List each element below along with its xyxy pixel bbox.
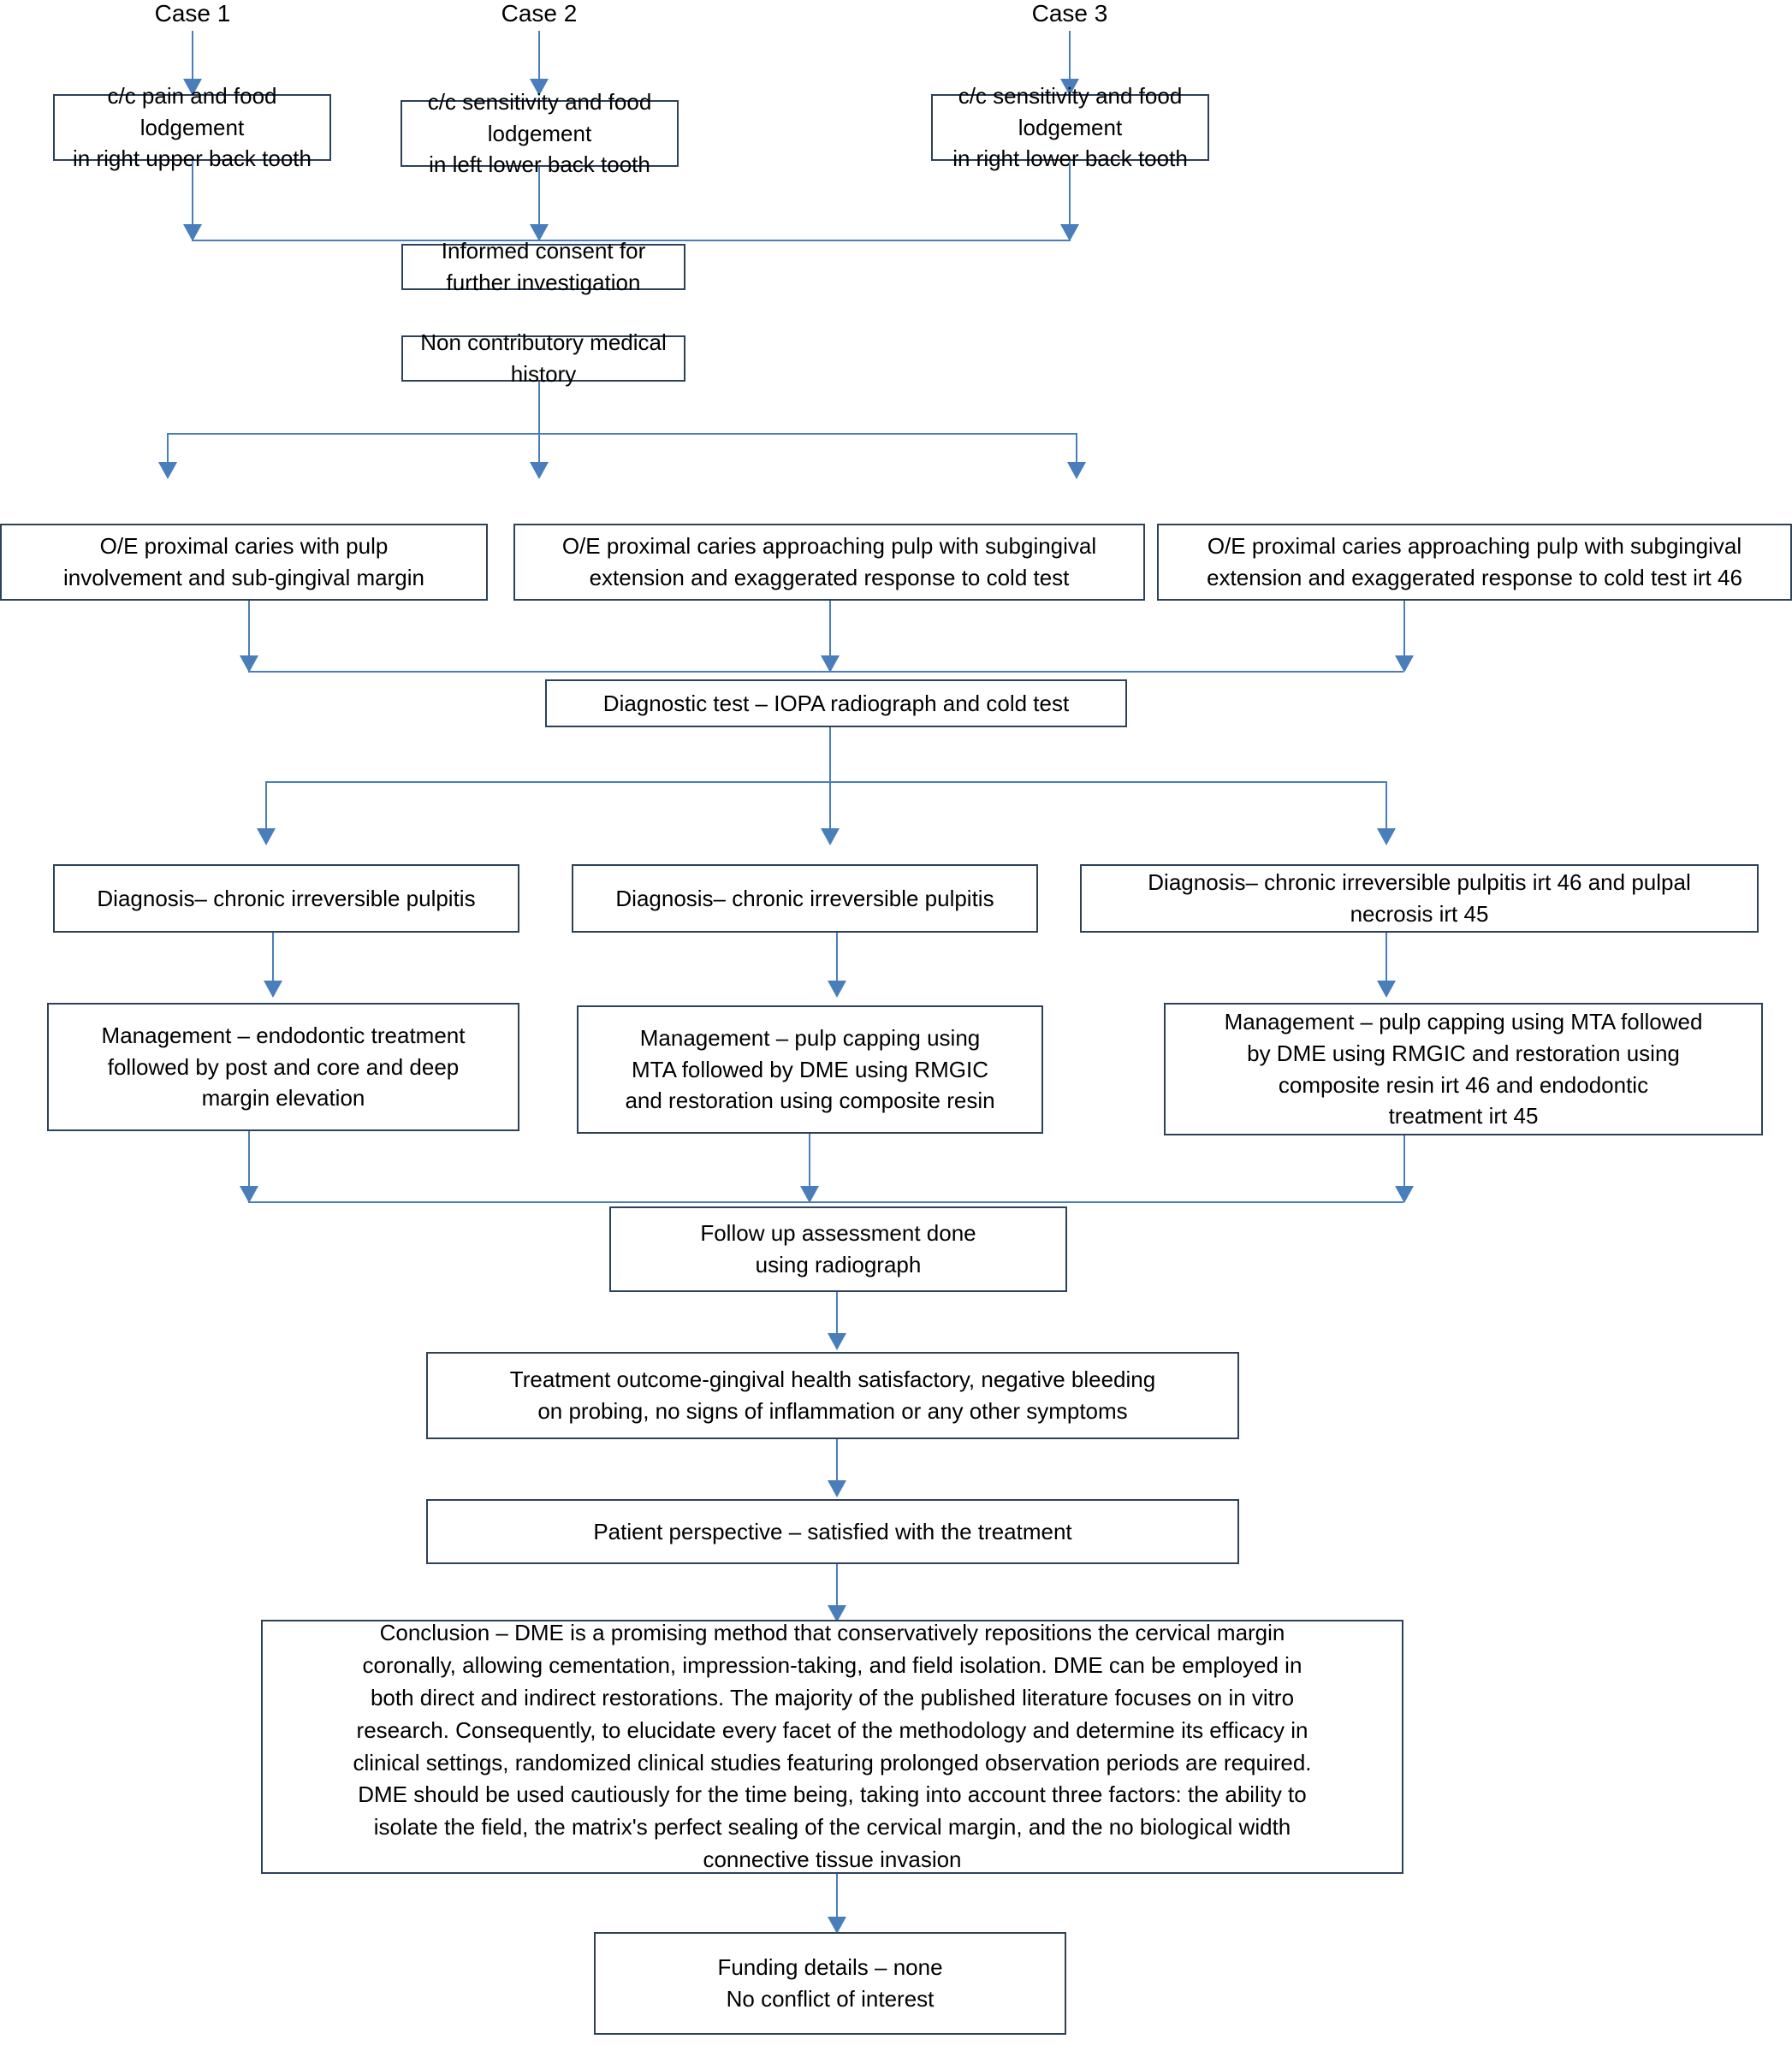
node-diagnosis-case-2: Diagnosis– chronic irreversible pulpitis	[572, 864, 1038, 933]
case-2-label: Case 2	[501, 0, 578, 27]
connector-split-bar-diagnosis	[265, 781, 1386, 783]
node-management-case-2: Management – pulp capping using MTA foll…	[577, 1005, 1043, 1134]
node-examination-case-3: O/E proximal caries approaching pulp wit…	[1157, 524, 1792, 601]
node-diagnosis-case-1: Diagnosis– chronic irreversible pulpitis	[53, 864, 519, 933]
node-chief-complaint-case-3: c/c sensitivity and food lodgement in ri…	[931, 83, 1209, 171]
arrowhead-mg1-down	[240, 1186, 258, 1203]
node-medical-history: Non contributory medical history	[401, 329, 685, 387]
connector-diagnostic-down	[829, 727, 831, 783]
node-diagnosis-case-3: Diagnosis– chronic irreversible pulpitis…	[1080, 864, 1759, 933]
node-chief-complaint-case-1: c/c pain and food lodgement in right upp…	[53, 83, 331, 171]
arrowhead-mg2-down	[800, 1186, 819, 1203]
arrowhead-dx1-to-mg1	[264, 981, 282, 998]
case-3-label: Case 3	[1031, 0, 1108, 27]
arrowhead-followup-to-outcome	[828, 1333, 846, 1350]
node-follow-up: Follow up assessment done using radiogra…	[609, 1206, 1067, 1292]
arrowhead-oe2-down	[821, 655, 840, 673]
connector-merge-bar-diagnostic	[248, 671, 1403, 673]
node-patient-perspective: Patient perspective – satisfied with the…	[426, 1499, 1239, 1564]
arrowhead-cc3-down	[1060, 224, 1079, 241]
arrowhead-dx2-to-mg2	[828, 981, 846, 998]
node-treatment-outcome: Treatment outcome-gingival health satisf…	[426, 1352, 1239, 1439]
arrowhead-conclusion-to-funding	[828, 1917, 846, 1934]
node-informed-consent: Informed consent for further investigati…	[401, 238, 685, 295]
arrowhead-oe1-down	[240, 655, 258, 673]
node-examination-case-1: O/E proximal caries with pulp involvemen…	[0, 524, 488, 601]
arrowhead-oe1	[158, 462, 177, 479]
arrowhead-dx3	[1377, 828, 1396, 845]
connector-dx-split-mid	[829, 781, 831, 834]
flowchart-canvas: Case 1 Case 2 Case 3 c/c pain and food l…	[0, 0, 1792, 2051]
node-examination-case-2: O/E proximal caries approaching pulp wit…	[513, 524, 1145, 601]
arrowhead-dx1	[257, 828, 276, 845]
arrowhead-mg3-down	[1395, 1186, 1414, 1203]
node-funding-details: Funding details – none No conflict of in…	[594, 1932, 1066, 2035]
node-management-case-1: Management – endodontic treatment follow…	[47, 1003, 519, 1131]
connector-case3-to-cc	[1069, 31, 1071, 82]
arrowhead-oe3	[1067, 462, 1086, 479]
conclusion-text: Conclusion – DME is a promising method t…	[353, 1619, 1312, 1873]
arrowhead-dx3-to-mg3	[1377, 981, 1396, 998]
arrowhead-oe2	[530, 462, 549, 479]
connector-dx-split-left	[265, 781, 267, 834]
arrowhead-oe3-down	[1395, 655, 1414, 673]
arrowhead-outcome-to-perspective	[828, 1480, 846, 1497]
connector-case1-to-cc	[192, 31, 193, 82]
connector-merge-bar-followup	[248, 1201, 1403, 1203]
connector-dx-split-right	[1386, 781, 1387, 834]
case-1-label: Case 1	[154, 0, 231, 27]
arrowhead-dx2	[821, 828, 840, 845]
connector-case2-to-cc	[538, 31, 540, 82]
arrowhead-cc1-down	[183, 224, 202, 241]
connector-history-down	[538, 382, 540, 435]
node-conclusion: Conclusion – DME is a promising method t…	[261, 1620, 1403, 1874]
node-chief-complaint-case-2: c/c sensitivity and food lodgement in le…	[401, 89, 679, 177]
connector-split-bar-examination	[167, 433, 1077, 435]
node-diagnostic-test: Diagnostic test – IOPA radiograph and co…	[545, 679, 1127, 727]
node-management-case-3: Management – pulp capping using MTA foll…	[1164, 1003, 1763, 1135]
